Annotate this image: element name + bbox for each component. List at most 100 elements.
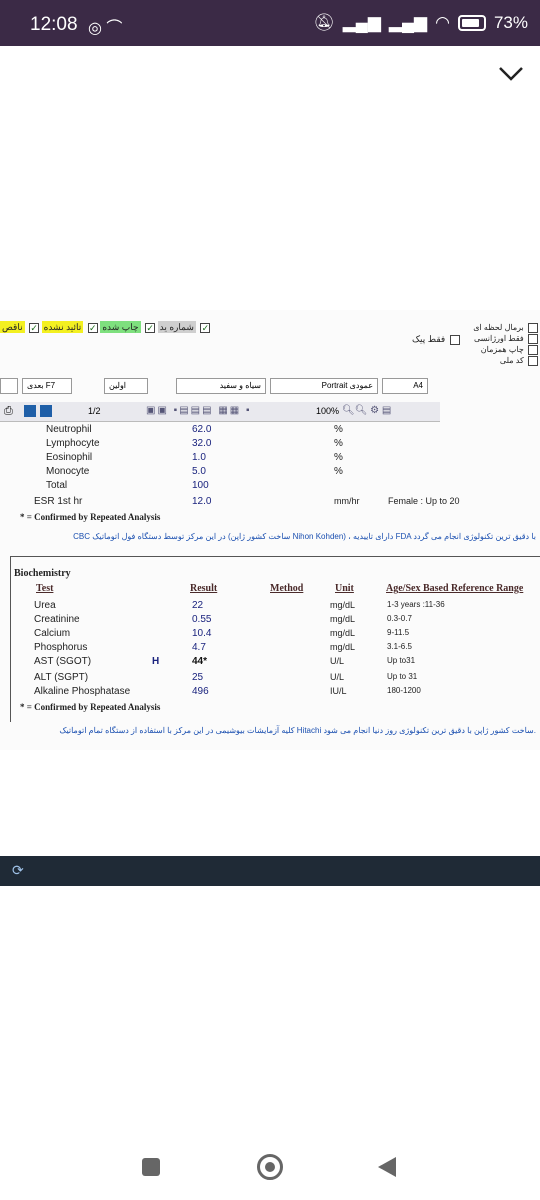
page-indicator: 1/2	[88, 406, 101, 416]
header-result: Result	[190, 583, 218, 594]
checkbox-label-printed: چاپ شده	[100, 321, 141, 333]
option-row[interactable]: برمال لحظه ای	[473, 322, 538, 333]
windows-taskbar: ⟳	[0, 856, 540, 886]
next-button[interactable]: بعدی F7	[22, 378, 72, 394]
section-title: Biochemistry	[14, 568, 71, 579]
row-total: Total	[46, 480, 68, 491]
row-urea: Urea	[34, 600, 56, 611]
option-row[interactable]: فقط اورژانسی	[473, 333, 538, 344]
wifi-icon: ◠	[435, 13, 450, 32]
unit-value: U/L	[330, 656, 345, 666]
zoom-level[interactable]: 100%	[316, 406, 339, 416]
checkbox-label-incomplete: ناقص	[0, 321, 25, 333]
option-row[interactable]: چاپ همزمان	[473, 344, 538, 355]
reference-range: 180-1200	[387, 686, 421, 695]
notification-icons: ◎ ⌒	[88, 20, 123, 37]
cbc-footnote: CBC در این مرکز توسط دستگاه فول اتوماتیک…	[73, 532, 536, 541]
checkbox-label-id[interactable]: شماره ید	[157, 321, 196, 333]
reference-range: 0.3-0.7	[387, 614, 412, 623]
battery-percent: 73%	[493, 13, 528, 32]
row-alt: ALT (SGPT)	[34, 672, 89, 683]
section-border	[10, 556, 11, 722]
unit-value: U/L	[330, 672, 345, 682]
high-flag: H	[152, 656, 160, 667]
signal2-icon: ▂▄▆	[388, 13, 428, 32]
row-esr: ESR 1st hr	[34, 496, 83, 507]
paper-select[interactable]: A4	[382, 378, 428, 394]
result-value: 25	[192, 672, 204, 683]
prev-page-icon[interactable]	[24, 405, 36, 417]
row-calcium: Calcium	[34, 628, 71, 639]
document-photo: شماره ید چاپ شده تائید نشده ناقص فقط پیک…	[0, 310, 540, 750]
unit-value: %	[334, 424, 343, 435]
result-value: 12.0	[192, 496, 212, 507]
unit-value: mm/hr	[334, 496, 360, 506]
app-icon[interactable]: ⟳	[12, 862, 24, 879]
result-value: 62.0	[192, 424, 212, 435]
recents-icon[interactable]	[142, 1158, 160, 1176]
unit-value: %	[334, 438, 343, 449]
confirmed-note: * = Confirmed by Repeated Analysis	[20, 512, 161, 522]
checkbox-extra[interactable]	[200, 322, 211, 333]
orientation-select[interactable]: Portrait عمودی	[270, 378, 378, 394]
result-value: 4.7	[192, 642, 206, 653]
back-icon[interactable]	[376, 1156, 398, 1178]
unit-value: mg/dL	[330, 614, 356, 624]
result-value: 44*	[192, 656, 208, 667]
header-test: Test	[36, 583, 54, 594]
next-page-icon[interactable]	[40, 405, 52, 417]
unit-value: %	[334, 466, 343, 477]
reference-range: 3.1-6.5	[387, 642, 412, 651]
row-neutrophil: Neutrophil	[46, 424, 92, 435]
checkbox-incomplete[interactable]	[29, 322, 40, 333]
filter-checkboxes: شماره ید چاپ شده تائید نشده ناقص	[0, 321, 211, 333]
reference-range: 9-11.5	[387, 628, 410, 637]
option-row[interactable]: کد ملی	[473, 355, 538, 366]
reference-range: Female : Up to 20	[388, 496, 460, 506]
result-value: 22	[192, 600, 204, 611]
row-lymphocyte: Lymphocyte	[46, 438, 100, 449]
viewer-toolbar: ⎙ 1/2 ▣▣ ▪▤▤▤ ▦▦ ▪ 100% 🔍︎🔍︎ ⚙ ▤	[0, 402, 440, 422]
row-eosinophil: Eosinophil	[46, 452, 93, 463]
confirmed-note: * = Confirmed by Repeated Analysis	[20, 702, 161, 712]
first-button[interactable]: اولین	[104, 378, 148, 394]
color-mode-select[interactable]: سیاه و سفید	[176, 378, 266, 394]
row-phosphorus: Phosphorus	[34, 642, 88, 653]
result-value: 496	[192, 686, 209, 697]
row-creatinine: Creatinine	[34, 614, 80, 625]
checkbox-unconfirmed[interactable]	[87, 322, 98, 333]
reference-range: Up to31	[387, 656, 416, 665]
unit-value: %	[334, 452, 343, 463]
only-peak-label: فقط پیک	[412, 334, 446, 344]
row-monocyte: Monocyte	[46, 466, 90, 477]
unit-value: mg/dL	[330, 628, 356, 638]
input-box[interactable]	[0, 378, 18, 394]
status-time: 12:08	[30, 14, 78, 35]
reference-range: 1-3 years :11-36	[387, 600, 445, 609]
checkbox-printed[interactable]	[145, 322, 156, 333]
unit-value: IU/L	[330, 686, 347, 696]
home-icon[interactable]	[257, 1154, 283, 1180]
view-mode-icons[interactable]: ▣▣ ▪▤▤▤ ▦▦ ▪	[146, 405, 252, 416]
header-method: Method	[270, 583, 304, 594]
reference-range: Up to 31	[387, 672, 418, 681]
battery-icon	[457, 15, 486, 31]
only-peak-option[interactable]: فقط پیک	[412, 334, 460, 345]
chevron-down-icon[interactable]	[498, 62, 524, 84]
result-value: 5.0	[192, 466, 206, 477]
unit-value: mg/dL	[330, 600, 356, 610]
only-peak-checkbox[interactable]	[449, 334, 460, 345]
result-value: 100	[192, 480, 209, 491]
zoom-icons[interactable]: 🔍︎🔍︎ ⚙ ▤	[342, 405, 391, 416]
result-value: 32.0	[192, 438, 212, 449]
result-value: 0.55	[192, 614, 212, 625]
print-icon[interactable]: ⎙	[4, 405, 13, 418]
result-value: 10.4	[192, 628, 212, 639]
result-value: 1.0	[192, 452, 206, 463]
mute-icon: 🔕︎	[313, 13, 335, 32]
checkbox-label-unconfirmed: تائید نشده	[41, 321, 84, 333]
signal-icon: ▂▄▆	[342, 13, 381, 32]
status-right: 🔕︎ ▂▄▆ ▂▄▆ ◠ 73%	[313, 13, 528, 33]
header-range: Age/Sex Based Reference Range	[386, 583, 524, 594]
biochem-footnote: کلیه آزمایشات بیوشیمی در این مرکز با است…	[59, 726, 536, 735]
